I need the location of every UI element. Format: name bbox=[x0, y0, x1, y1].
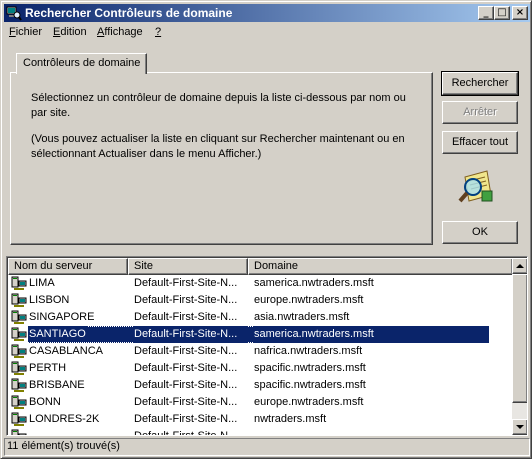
cell-site: Default-First-Site-N... bbox=[134, 379, 238, 391]
list-header: Nom du serveur Site Domaine bbox=[8, 258, 513, 275]
server-name-text: LISBON bbox=[29, 294, 70, 306]
magnifier-search-icon bbox=[458, 170, 493, 203]
scroll-up-button[interactable] bbox=[512, 258, 527, 274]
table-row[interactable]: Default-First-Site-N... bbox=[8, 428, 513, 436]
domain-controller-icon bbox=[11, 361, 27, 375]
cell-server-name: LONDRES-2K bbox=[10, 411, 130, 428]
domain-controller-icon bbox=[11, 395, 27, 409]
status-bar: 11 élément(s) trouvé(s) bbox=[4, 438, 530, 456]
find-domain-controllers-window: Rechercher Contrôleurs de domaine _ □ × … bbox=[0, 0, 532, 459]
cell-server-name: LIMA bbox=[10, 275, 130, 292]
search-button[interactable]: Rechercher bbox=[441, 71, 519, 96]
table-row[interactable]: LONDRES-2K Default-First-Site-N... nwtrade… bbox=[8, 411, 513, 428]
menu-affichage-label: ffichage bbox=[104, 26, 143, 38]
column-header-server-name[interactable]: Nom du serveur bbox=[8, 258, 128, 275]
cell-domain: asia.nwtraders.msft bbox=[254, 311, 350, 323]
scroll-down-button[interactable] bbox=[512, 419, 527, 435]
column-header-site[interactable]: Site bbox=[128, 258, 248, 275]
cell-domain bbox=[253, 428, 489, 435]
menu-edition-label: dition bbox=[60, 26, 87, 38]
table-row[interactable]: SINGAPORE Default-First-Site-N... asia.nwt… bbox=[8, 309, 513, 326]
menu-help-mnemonic: ? bbox=[155, 26, 162, 38]
domain-controller-icon bbox=[11, 276, 27, 290]
arrow-up-icon bbox=[516, 264, 524, 268]
maximize-button[interactable]: □ bbox=[494, 6, 510, 20]
ok-button[interactable]: OK bbox=[442, 221, 518, 244]
menu-help[interactable]: ? bbox=[155, 26, 161, 38]
table-row[interactable]: CASABLANCA Default-First-Site-N... nafrica… bbox=[8, 343, 513, 360]
refresh-note: (Vous pouvez actualiser la liste en cliq… bbox=[31, 133, 405, 160]
table-row[interactable]: LIMA Default-First-Site-N... samerica.nwtr… bbox=[8, 275, 513, 292]
cell-domain: nafrica.nwtraders.msft bbox=[254, 345, 363, 357]
cell-site: Default-First-Site-N... bbox=[133, 326, 248, 343]
server-name-text: SINGAPORE bbox=[29, 311, 95, 323]
instruction-text: Sélectionnez un contrôleur de domaine de… bbox=[31, 92, 406, 119]
server-name-text: SANTIAGO bbox=[28, 326, 87, 342]
menu-fichier-mnemonic: F bbox=[9, 26, 16, 38]
table-row[interactable]: BONN Default-First-Site-N... europe.nwtrad… bbox=[8, 394, 513, 411]
tab-panel: Sélectionnez un contrôleur de domaine de… bbox=[10, 72, 433, 245]
table-row[interactable]: LISBON Default-First-Site-N... europe.nwtr… bbox=[8, 292, 513, 309]
table-row[interactable]: PERTH Default-First-Site-N... spacific.nwt… bbox=[8, 360, 513, 377]
domain-controller-icon bbox=[11, 429, 27, 435]
table-row[interactable]: BRISBANE Default-First-Site-N... spacific.… bbox=[8, 377, 513, 394]
domain-controller-icon bbox=[11, 344, 27, 358]
menu-bar: Fichier Edition Affichage ? bbox=[4, 23, 530, 42]
scroll-thumb[interactable] bbox=[512, 274, 527, 403]
column-header-domain[interactable]: Domaine bbox=[248, 258, 513, 275]
cell-site: Default-First-Site-N... bbox=[134, 396, 238, 408]
cell-site: Default-First-Site-N... bbox=[134, 345, 238, 357]
cell-server-name bbox=[10, 428, 130, 435]
cell-domain: europe.nwtraders.msft bbox=[254, 396, 364, 408]
server-name-text: LIMA bbox=[29, 277, 55, 289]
cell-domain: samerica.nwtraders.msft bbox=[254, 277, 374, 289]
title-bar[interactable]: Rechercher Contrôleurs de domaine _ □ × bbox=[4, 4, 530, 22]
cell-server-name: SANTIAGO bbox=[10, 326, 130, 343]
instructions: Sélectionnez un contrôleur de domaine de… bbox=[31, 91, 411, 173]
server-name-text: LONDRES-2K bbox=[29, 413, 100, 425]
cell-site: Default-First-Site-N... bbox=[134, 294, 238, 306]
results-list[interactable]: Nom du serveur Site Domaine LIMA Default-… bbox=[6, 256, 528, 436]
cell-domain: nwtraders.msft bbox=[254, 413, 327, 425]
window-title: Rechercher Contrôleurs de domaine bbox=[25, 6, 233, 20]
cell-server-name: BRISBANE bbox=[10, 377, 130, 394]
cell-domain: spacific.nwtraders.msft bbox=[254, 362, 366, 374]
cell-domain: europe.nwtraders.msft bbox=[254, 294, 364, 306]
minimize-button[interactable]: _ bbox=[478, 6, 494, 20]
clear-all-button[interactable]: Effacer tout bbox=[442, 131, 518, 154]
list-rows: LIMA Default-First-Site-N... samerica.nwtr… bbox=[8, 275, 513, 436]
menu-fichier-label: ichier bbox=[15, 26, 43, 38]
cell-site: Default-First-Site-N... bbox=[134, 430, 238, 436]
stop-button[interactable]: Arrêter bbox=[442, 101, 518, 124]
domain-controller-icon bbox=[11, 378, 27, 392]
cell-server-name: PERTH bbox=[10, 360, 130, 377]
domain-controller-icon bbox=[11, 293, 27, 307]
cell-server-name: BONN bbox=[10, 394, 130, 411]
server-name-text: BONN bbox=[29, 396, 61, 408]
cell-site: Default-First-Site-N... bbox=[134, 362, 238, 374]
menu-fichier[interactable]: Fichier bbox=[9, 26, 42, 38]
domain-controller-icon bbox=[11, 412, 27, 426]
cell-site: Default-First-Site-N... bbox=[134, 311, 238, 323]
cell-domain: spacific.nwtraders.msft bbox=[254, 379, 366, 391]
cell-server-name: SINGAPORE bbox=[10, 309, 130, 326]
cell-site: Default-First-Site-N... bbox=[134, 413, 238, 425]
domain-controller-icon bbox=[11, 310, 27, 324]
menu-edition[interactable]: Edition bbox=[53, 26, 87, 38]
arrow-down-icon bbox=[516, 425, 524, 429]
cell-server-name: LISBON bbox=[10, 292, 130, 309]
table-row[interactable]: SANTIAGO Default-First-Site-N... samerica.… bbox=[8, 326, 513, 343]
domain-controller-icon bbox=[11, 327, 27, 341]
find-computer-icon bbox=[6, 6, 22, 21]
server-name-text: CASABLANCA bbox=[29, 345, 103, 357]
close-button[interactable]: × bbox=[512, 6, 528, 20]
server-name-text: PERTH bbox=[29, 362, 67, 374]
tab-domain-controllers[interactable]: Contrôleurs de domaine bbox=[16, 53, 148, 74]
cell-server-name: CASABLANCA bbox=[10, 343, 130, 360]
server-name-text: BRISBANE bbox=[29, 379, 85, 391]
cell-domain: samerica.nwtraders.msft bbox=[253, 326, 489, 343]
menu-affichage[interactable]: Affichage bbox=[97, 26, 143, 38]
cell-site: Default-First-Site-N... bbox=[134, 277, 238, 289]
vertical-scrollbar[interactable] bbox=[512, 258, 527, 435]
